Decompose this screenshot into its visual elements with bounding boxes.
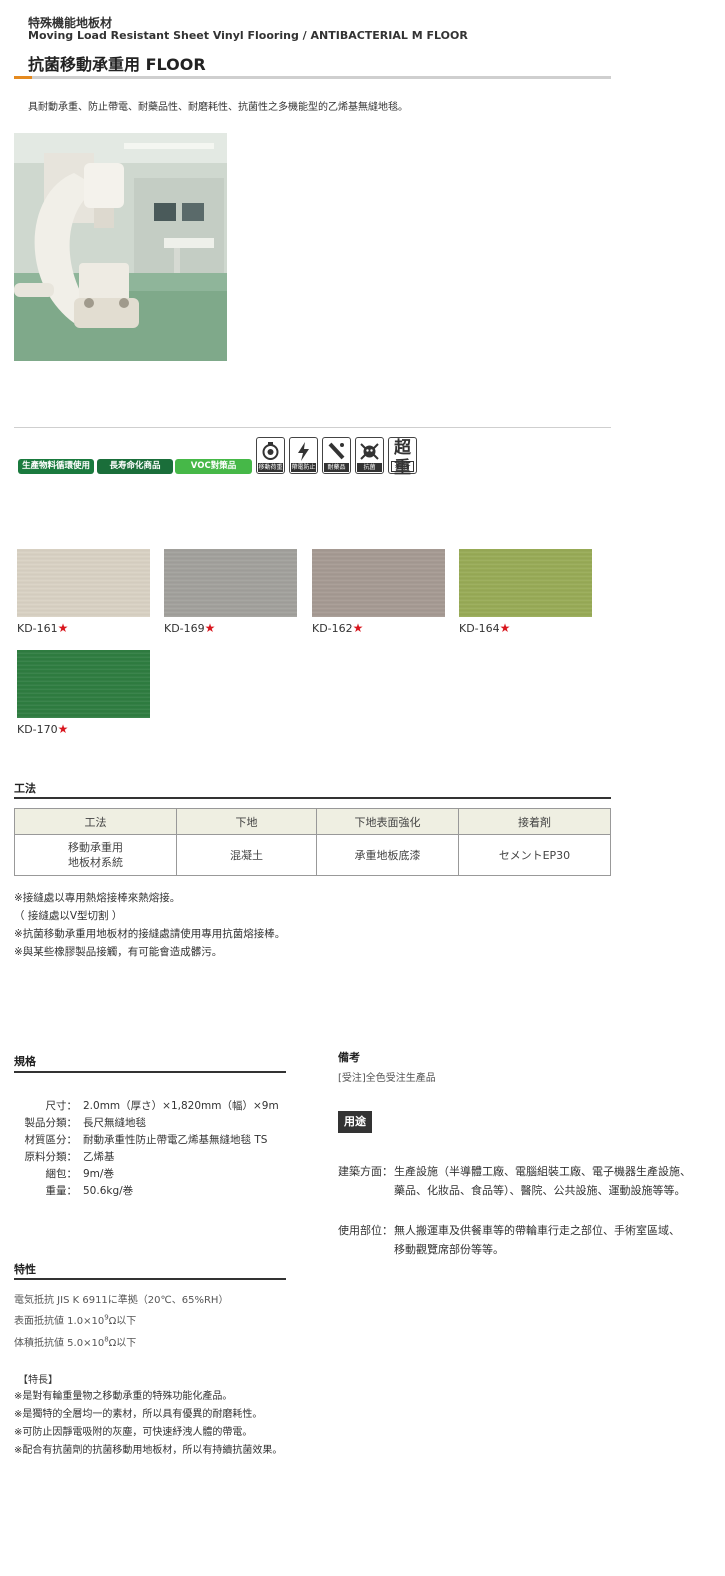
usage-building-line: 生產設施（半導體工廠、電腦組裝工廠、電子機器生產設施、 bbox=[394, 1165, 691, 1178]
table-cell-method: 移動承重用 地板材系統 bbox=[14, 834, 177, 876]
swatch-kd-161[interactable] bbox=[17, 549, 150, 617]
super-walk-icon: 超重 歩行 bbox=[388, 437, 417, 478]
method-table: 工法 下地 下地表面強化 接着剤 移動承重用 地板材系統 混凝土 承重地板底漆 セ… bbox=[14, 808, 611, 876]
usage-area-line: 移動觀覽席部份等等。 bbox=[394, 1243, 504, 1256]
surface-resistance: 表面抵抗値 1.0×109Ω以下 bbox=[14, 1313, 137, 1327]
feature-item: ※可防止因靜電吸附的灰塵，可快速紓洩人體的帶電。 bbox=[14, 1427, 253, 1438]
swatch-label: KD-170★ bbox=[17, 722, 69, 736]
chemical-icon: 耐藥品 bbox=[322, 437, 351, 474]
spec-title: 規格 bbox=[14, 1055, 36, 1068]
table-header: 下地表面強化 bbox=[316, 808, 459, 835]
spec-label: 綑包： bbox=[45, 1168, 78, 1180]
long-life-badge: 長寿命化商品 bbox=[97, 459, 173, 474]
characteristics-title: 特性 bbox=[14, 1263, 36, 1276]
spec-label: 尺寸： bbox=[45, 1100, 78, 1112]
remarks-title: 備考 bbox=[338, 1051, 360, 1064]
swatch-label: KD-169★ bbox=[164, 621, 216, 635]
characteristics-rule bbox=[14, 1278, 286, 1280]
usage-tag: 用途 bbox=[338, 1111, 372, 1133]
swatch-label: KD-162★ bbox=[312, 621, 364, 635]
product-photo bbox=[14, 133, 227, 361]
spec-value: 2.0mm（厚さ）×1,820mm（幅）×9m bbox=[83, 1100, 279, 1112]
caster-wheel-icon: 移動荷重 bbox=[256, 437, 285, 474]
method-rule bbox=[14, 797, 611, 799]
spec-value: 乙烯基 bbox=[83, 1151, 115, 1163]
product-description: 具耐動承重、防止帶電、耐藥品性、耐磨耗性、抗菌性之多機能型的乙烯基無縫地毯。 bbox=[28, 102, 408, 113]
swatch-kd-170[interactable] bbox=[17, 650, 150, 718]
spec-label: 材質區分： bbox=[24, 1134, 78, 1146]
bacteria-icon: 抗菌 bbox=[355, 437, 384, 474]
volume-resistance: 体積抵抗値 5.0×108Ω以下 bbox=[14, 1335, 137, 1349]
star-icon: ★ bbox=[57, 722, 69, 736]
method-note: （ 接縫處以V型切割 ） bbox=[14, 910, 123, 922]
swatch-kd-162[interactable] bbox=[312, 549, 445, 617]
spec-value: 9m/巻 bbox=[83, 1168, 114, 1180]
features-title: 【特長】 bbox=[18, 1375, 58, 1386]
spec-rule bbox=[14, 1071, 286, 1073]
recycle-badge: 生產物料循環使用 bbox=[18, 459, 94, 474]
spec-label: 原料分類： bbox=[24, 1151, 78, 1163]
feature-item: ※是對有輪重量物之移動承重的特殊功能化產品。 bbox=[14, 1391, 233, 1402]
table-row: 移動承重用 地板材系統 混凝土 承重地板底漆 セメントEP30 bbox=[14, 834, 611, 876]
usage-building-label: 建築方面： bbox=[338, 1165, 393, 1178]
electrical-resistance: 電気抵抗 JIS K 6911に準拠（20℃、65%RH） bbox=[14, 1295, 229, 1306]
voc-badge: VOC對策品 bbox=[175, 459, 252, 474]
table-header: 接着剤 bbox=[458, 808, 611, 835]
lightning-icon: 帶電防止 bbox=[289, 437, 318, 474]
swatch-kd-164[interactable] bbox=[459, 549, 592, 617]
method-note: ※與某些橡膠製品接觸，有可能會造成髒污。 bbox=[14, 946, 223, 958]
usage-area-label: 使用部位： bbox=[338, 1224, 393, 1237]
page-title: 抗菌移動承重用 FLOOR bbox=[28, 55, 206, 74]
spec-value: 長尺無縫地毯 bbox=[83, 1117, 146, 1129]
table-cell-base: 混凝土 bbox=[176, 834, 317, 876]
usage-area-line: 無人搬運車及供餐車等的帶輪車行走之部位、手術室區域、 bbox=[394, 1224, 680, 1237]
star-icon: ★ bbox=[204, 621, 216, 635]
method-title: 工法 bbox=[14, 782, 36, 795]
spec-value: 耐動承重性防止帶電乙烯基無縫地毯 TS bbox=[83, 1134, 268, 1146]
section-divider bbox=[14, 427, 611, 428]
table-cell-adhesive: セメントEP30 bbox=[458, 834, 611, 876]
title-accent-bar bbox=[14, 76, 32, 79]
title-divider bbox=[14, 76, 611, 79]
feature-item: ※配合有抗菌劑的抗菌移動用地板材，所以有持續抗菌效果。 bbox=[14, 1445, 283, 1456]
swatch-kd-169[interactable] bbox=[164, 549, 297, 617]
spec-label: 製品分類： bbox=[24, 1117, 78, 1129]
spec-value: 50.6kg/巻 bbox=[83, 1185, 134, 1197]
feature-item: ※是獨特的全層均一的素材，所以具有優異的耐磨耗性。 bbox=[14, 1409, 263, 1420]
table-cell-reinforce: 承重地板底漆 bbox=[316, 834, 459, 876]
table-header: 工法 bbox=[14, 808, 177, 835]
star-icon: ★ bbox=[352, 621, 364, 635]
method-note: ※接縫處以專用熱熔接棒來熱熔接。 bbox=[14, 892, 181, 904]
star-icon: ★ bbox=[57, 621, 69, 635]
swatch-label: KD-164★ bbox=[459, 621, 511, 635]
usage-building-line: 藥品、化妝品、食品等）、醫院、公共設施、運動設施等等。 bbox=[394, 1184, 686, 1197]
product-subtitle: Moving Load Resistant Sheet Vinyl Floori… bbox=[28, 29, 468, 42]
method-note: ※抗菌移動承重用地板材的接縫處請使用專用抗菌熔接棒。 bbox=[14, 928, 286, 940]
spec-label: 重量： bbox=[45, 1185, 78, 1197]
star-icon: ★ bbox=[499, 621, 511, 635]
swatch-label: KD-161★ bbox=[17, 621, 69, 635]
table-header: 下地 bbox=[176, 808, 317, 835]
remarks-text: [受注]全色受注生產品 bbox=[338, 1073, 436, 1084]
